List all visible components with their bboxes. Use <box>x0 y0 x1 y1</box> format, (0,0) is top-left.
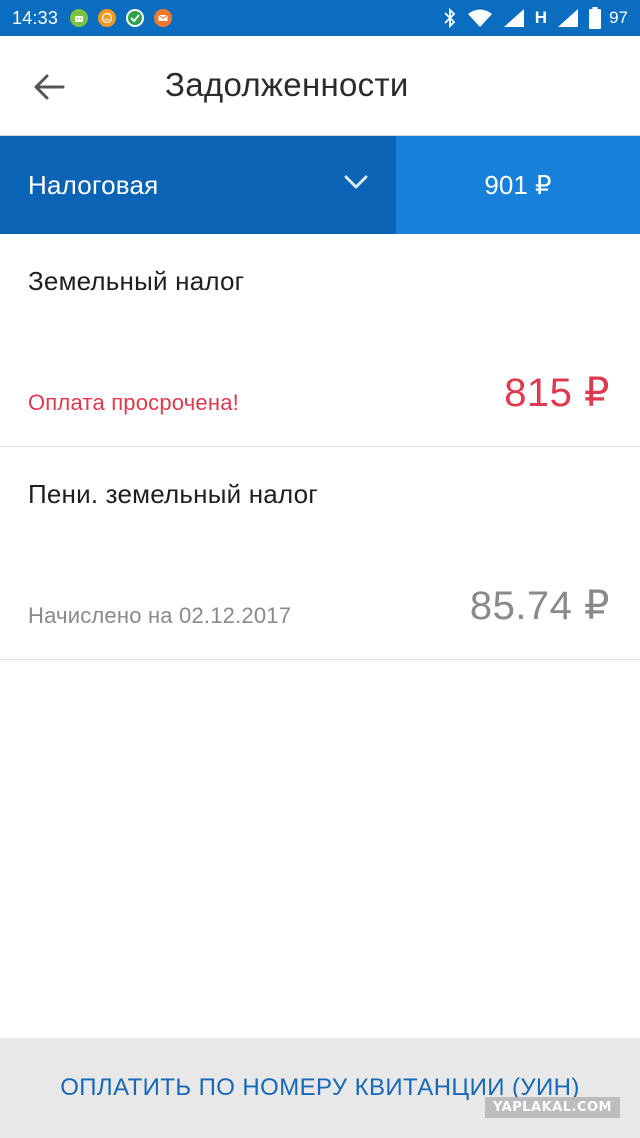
debt-list-item[interactable]: Пени. земельный налог Начислено на 02.12… <box>0 447 640 660</box>
status-indicators: H 97 <box>443 7 628 29</box>
filter-bar: Налоговая 901 ₽ <box>0 136 640 234</box>
debt-amount: 85.74 ₽ <box>469 584 610 628</box>
sberbank-icon <box>126 9 145 27</box>
arrow-left-icon <box>34 74 65 100</box>
network-type: H <box>534 8 548 27</box>
android-green-icon <box>70 9 89 27</box>
app-bar: Задолженности <box>0 36 640 136</box>
wifi-icon <box>467 9 492 27</box>
category-dropdown[interactable]: Налоговая <box>0 136 396 234</box>
debt-title: Пени. земельный налог <box>28 479 318 509</box>
chevron-down-icon <box>344 175 368 189</box>
status-time: 14:33 <box>12 7 59 28</box>
status-bar: 14:33 H 97 <box>0 0 640 36</box>
notification-icons <box>70 9 173 27</box>
smile-orange-icon <box>98 9 117 27</box>
mail-orange-icon <box>154 9 173 27</box>
page-title: Задолженности <box>165 66 409 103</box>
signal-icon <box>503 9 524 27</box>
back-button[interactable] <box>26 64 72 110</box>
category-selected-label: Налоговая <box>28 169 159 200</box>
screen: 14:33 H 97 Задолженности Налоговая 901 ₽… <box>0 0 640 1138</box>
debt-amount: 815 ₽ <box>504 371 610 415</box>
signal-icon-2 <box>558 9 579 27</box>
debt-title: Земельный налог <box>28 266 245 296</box>
battery-level: 97 <box>609 8 628 27</box>
debt-status: Оплата просрочена! <box>28 390 239 415</box>
battery-icon <box>589 7 602 29</box>
bluetooth-icon <box>444 8 456 28</box>
debt-status: Начислено на 02.12.2017 <box>28 603 292 628</box>
pay-by-uin-button[interactable]: ОПЛАТИТЬ ПО НОМЕРУ КВИТАНЦИИ (УИН) YAPLA… <box>0 1038 640 1138</box>
total-amount: 901 ₽ <box>396 136 640 234</box>
debt-list-item[interactable]: Земельный налог Оплата просрочена! 815 ₽ <box>0 234 640 447</box>
watermark: YAPLAKAL.COM <box>485 1097 620 1118</box>
